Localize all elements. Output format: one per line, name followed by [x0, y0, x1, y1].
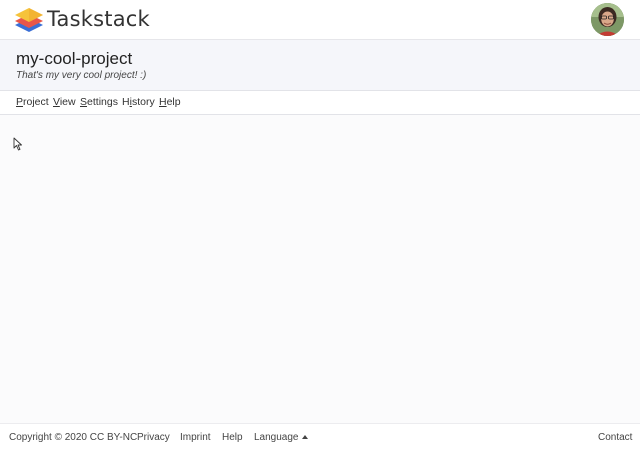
- menu-bar: Project View Settings History Help: [0, 91, 640, 115]
- menu-help-mnemonic: H: [159, 96, 167, 108]
- caret-up-icon: [301, 435, 308, 439]
- menu-project-mnemonic: P: [16, 96, 24, 108]
- menu-view-mnemonic: V: [53, 96, 60, 108]
- top-bar: Taskstack: [0, 0, 640, 40]
- menu-settings[interactable]: Settings: [80, 96, 118, 108]
- project-description: That's my very cool project! :): [16, 70, 147, 81]
- project-header: my-cool-project That's my very cool proj…: [0, 40, 640, 91]
- menu-view[interactable]: View: [53, 96, 76, 108]
- menu-history[interactable]: History: [122, 96, 155, 108]
- taskstack-logo-icon[interactable]: [14, 6, 44, 34]
- project-title: my-cool-project: [16, 49, 133, 68]
- footer-language-dropdown[interactable]: Language: [254, 432, 308, 443]
- avatar-photo-icon: [591, 3, 624, 36]
- language-label: Language: [254, 432, 299, 443]
- footer-imprint-link[interactable]: Imprint: [180, 432, 211, 443]
- user-avatar[interactable]: [591, 3, 624, 36]
- brand-name[interactable]: Taskstack: [47, 7, 150, 31]
- menu-project[interactable]: Project: [16, 96, 49, 108]
- mouse-pointer-icon: [13, 137, 22, 151]
- menu-history-mnemonic: i: [129, 96, 132, 108]
- menu-help[interactable]: Help: [159, 96, 181, 108]
- footer-copyright: Copyright © 2020 CC BY-NC: [9, 432, 138, 443]
- footer-contact-link[interactable]: Contact: [598, 432, 632, 443]
- footer-help-link[interactable]: Help: [222, 432, 243, 443]
- footer: Copyright © 2020 CC BY-NC Privacy Imprin…: [0, 423, 640, 451]
- menu-settings-mnemonic: S: [80, 96, 88, 108]
- footer-privacy-link[interactable]: Privacy: [137, 432, 170, 443]
